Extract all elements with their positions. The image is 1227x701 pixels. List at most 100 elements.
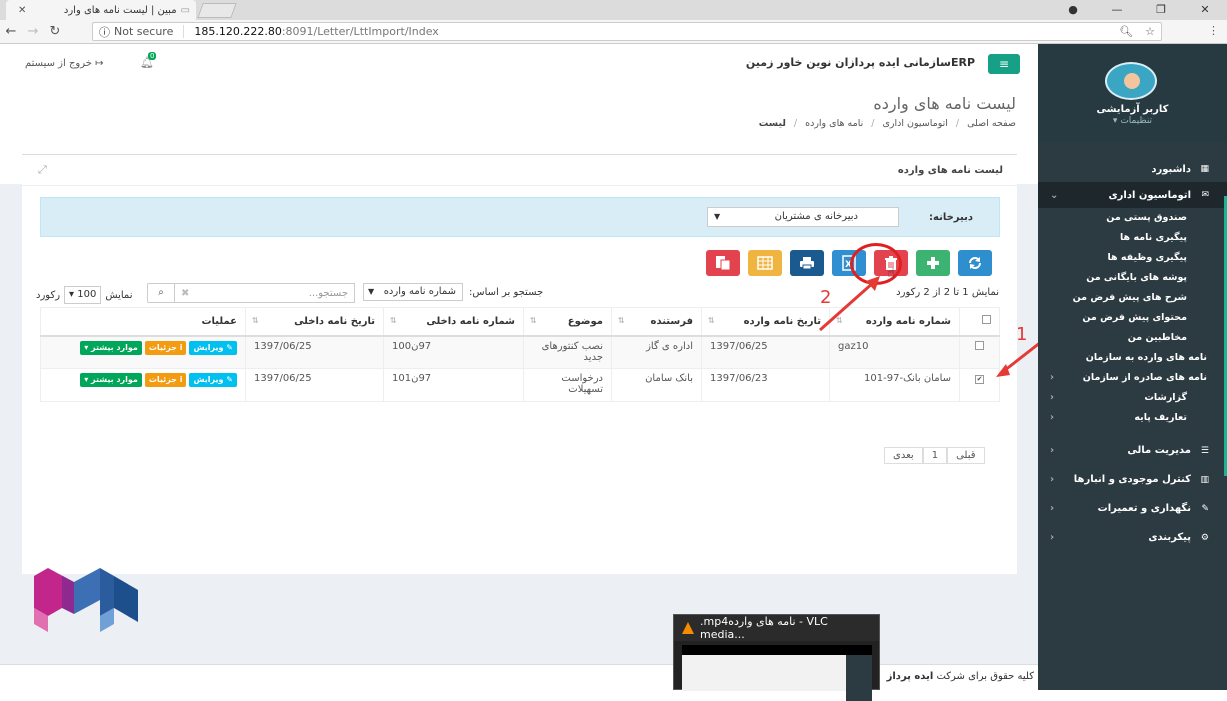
secretariat-select[interactable]: دبیرخانه ی مشتریان ▼ [707,207,899,227]
expand-icon[interactable]: ⤢ [38,163,47,177]
record-count-info: نمایش 1 تا 2 از 2 رکورد [896,287,999,298]
pager-page[interactable]: 1 [922,447,948,464]
tab-close-icon[interactable]: ✕ [18,5,26,16]
bookmark-star-icon[interactable]: ☆ [1145,25,1155,38]
info-icon[interactable]: ⓘ [99,24,110,40]
page-size-suffix: رکورد [36,289,61,301]
grid-view-button[interactable] [748,250,782,276]
row-checkbox[interactable] [975,340,984,350]
search-group: ⌕ جستجو... ✖ [147,283,355,303]
vlc-taskbar-preview[interactable]: .mp4نامه های وارده - VLC media... [673,614,880,701]
col-letter-date[interactable]: تاریخ نامه وارده ⇅ [701,307,830,337]
sidebar-subitem[interactable]: پیگیری وظیفه ها [1038,248,1227,268]
print-button[interactable] [790,250,824,276]
row-actions: ✎ ویرایش i جزئیات موارد بیشتر ▾ [49,340,237,355]
footer-company: ایده پرداز [886,671,934,682]
pdf-icon [716,256,731,271]
search-icon[interactable]: ⌕ [147,283,175,303]
search-input[interactable]: جستجو... ✖ [175,283,355,303]
row-checkbox[interactable]: ✔ [975,375,984,384]
sidebar-subitem[interactable]: تعاریف پایه ‹ [1038,408,1227,428]
col-sender[interactable]: فرستنده ⇅ [611,307,702,337]
page-size-select[interactable]: 100 ▾ [64,286,102,304]
header-label: موضوع [567,315,603,327]
hand-cursor-icon: ☝ [887,266,895,281]
cogs-icon: ⚙ [1200,532,1209,543]
zoom-icon[interactable]: 🔍︎ [1119,25,1133,38]
avatar [1105,62,1157,100]
sidebar-item-label: نامه های وارده به سازمان [1085,352,1207,363]
search-by-value: شماره نامه وارده [383,286,456,297]
sidebar-item-finance[interactable]: ☰ مدیریت مالی ‹ [1038,436,1227,465]
breadcrumb-office[interactable]: اتوماسیون اداری [882,118,947,129]
settings-link[interactable]: تنظیمات ▾ [1038,116,1227,126]
sidebar-subitem[interactable]: نامه های صادره از سازمان ‹ [1038,368,1227,388]
col-letter-number[interactable]: شماره نامه وارده ⇅ [829,307,960,337]
sidebar-item-config[interactable]: ⚙ پیکربندی ‹ [1038,523,1227,552]
sidebar-subitem[interactable]: شرح های پیش فرض من [1038,288,1227,308]
pager-prev[interactable]: قبلی [947,447,985,464]
notification-bell-icon[interactable]: 🔔︎ 0 [140,52,157,69]
header-label: فرستنده [650,315,693,327]
edit-button[interactable]: ✎ ویرایش [189,340,237,355]
menu-toggle-button[interactable]: ≡ [988,54,1020,74]
col-internal-date[interactable]: تاریخ نامه داخلی ⇅ [245,307,384,337]
details-label: جزئیات [148,375,177,384]
breadcrumb-home[interactable]: صفحه اصلی [967,118,1016,129]
new-tab-button[interactable] [197,3,237,18]
sidebar-subitem[interactable]: پیگیری نامه ها [1038,228,1227,248]
sidebar-item-inventory[interactable]: ▥ کنترل موجودی و انبارها ‹ [1038,465,1227,494]
pagination: بعدی 1 قبلی [884,447,985,464]
refresh-button[interactable] [958,250,992,276]
sidebar-subitem[interactable]: محتوای پیش فرض من [1038,308,1227,328]
minimize-icon[interactable]: — [1095,0,1139,20]
sidebar-item-label: پیکربندی [1148,532,1191,543]
search-by-label: جستجو بر اساس: [469,286,544,298]
reload-icon[interactable]: ↻ [44,24,66,39]
account-icon[interactable]: ● [1051,0,1095,20]
table-row[interactable]: ✔ سامان بانک-97-101 1397/06/23 بانک ساما… [40,368,1000,402]
more-button[interactable]: موارد بیشتر ▾ [80,340,142,355]
details-button[interactable]: i جزئیات [144,373,187,387]
search-by-select[interactable]: شماره نامه وارده ▼ [363,283,463,301]
select-all-header [959,307,1000,337]
letters-box: لیست نامه های وارده ⤢ دبیرخانه: دبیرخانه… [22,154,1017,574]
breadcrumb-incoming[interactable]: نامه های وارده [805,118,863,129]
sidebar-subitem[interactable]: گزارشات ‹ [1038,388,1227,408]
maximize-icon[interactable]: ❐ [1139,0,1183,20]
add-button[interactable] [916,250,950,276]
more-button[interactable]: موارد بیشتر ▾ [80,373,142,387]
sidebar-item-maintenance[interactable]: ✎ نگهداری و تعمیرات ‹ [1038,494,1227,523]
sidebar-item-label: نامه های صادره از سازمان [1082,372,1207,383]
sidebar-subitem[interactable]: نامه های وارده به سازمان [1038,348,1227,368]
sidebar-subitem[interactable]: مخاطبین من [1038,328,1227,348]
edit-button[interactable]: ✎ ویرایش [189,373,237,387]
main-area: ≡ ERPسازمانی ایده پردازان نوین خاور زمین… [0,44,1038,690]
breadcrumb-separator: / [793,118,798,129]
chevron-left-icon: ‹ [1050,474,1055,485]
sidebar-item-label: محتوای پیش فرض من [1082,312,1187,323]
sidebar-item-office[interactable]: ✉ اتوماسیون اداری ⌄ [1038,182,1227,208]
pdf-export-button[interactable] [706,250,740,276]
back-icon[interactable]: ← [0,24,22,39]
sidebar-subitem[interactable]: صندوق پستی من [1038,208,1227,228]
close-window-icon[interactable]: ✕ [1183,0,1227,20]
cell-letter-date: 1397/06/25 [701,335,830,369]
browser-menu-icon[interactable]: ⋮ [1208,24,1219,37]
forward-icon[interactable]: → [22,24,44,39]
col-internal-number[interactable]: شماره نامه داخلی ⇅ [383,307,524,337]
url-field[interactable]: ⓘ Not secure 185.120.222.80 :8091/Letter… [92,22,1162,41]
sidebar-item-dashboard[interactable]: ▦ داشبورد [1038,156,1227,182]
sidebar-subitem[interactable]: پوشه های بایگانی من [1038,268,1227,288]
print-icon [800,257,814,270]
table-row[interactable]: gaz10 1397/06/25 اداره ی گاز نصب کنتورها… [40,335,1000,369]
browser-tab[interactable]: ▭ مبین | لیست نامه های وارد ✕ [6,0,196,20]
col-subject[interactable]: موضوع ⇅ [523,307,612,337]
details-button[interactable]: i جزئیات [144,340,187,355]
page-size-value: 100 [77,289,97,300]
logout-link[interactable]: ↦ خروج از سیستم [25,58,104,69]
clear-search-icon[interactable]: ✖ [181,288,189,299]
select-all-checkbox[interactable] [982,315,991,325]
pager-next[interactable]: بعدی [884,447,923,464]
sort-icon: ⇅ [836,316,843,325]
